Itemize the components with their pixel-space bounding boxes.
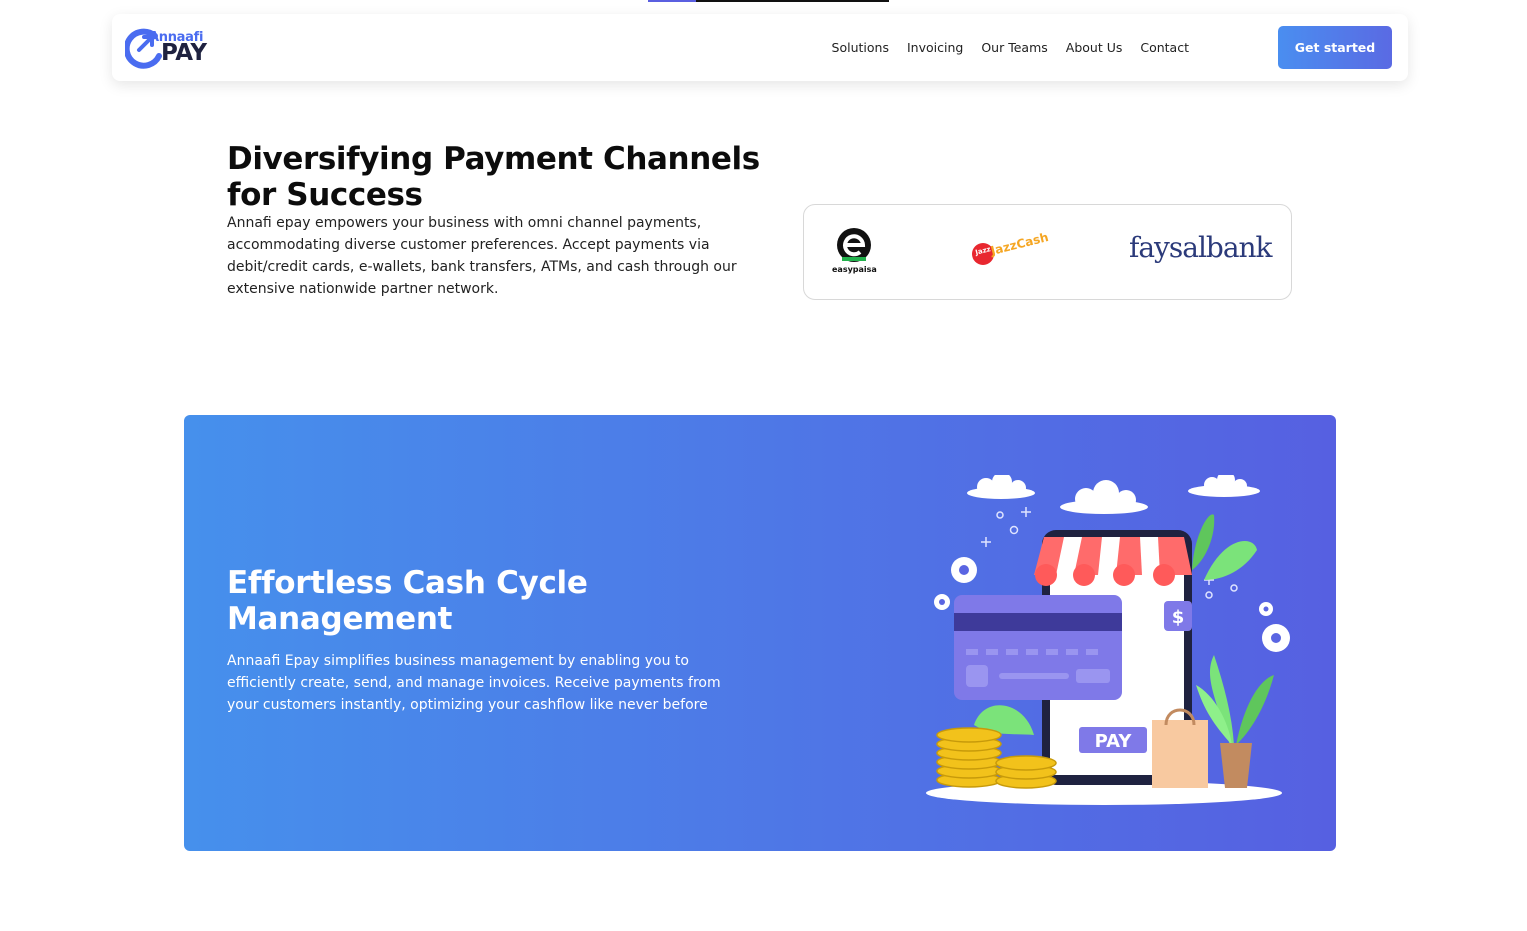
navbar: Annaafi PAY Solutions Invoicing Our Team…	[112, 14, 1408, 81]
nav-link-invoicing[interactable]: Invoicing	[907, 40, 963, 55]
payment-shop-illustration: $ PAY	[926, 475, 1290, 805]
hero-title: Diversifying Payment Channels for Succes…	[227, 141, 760, 213]
pay-label: PAY	[1095, 731, 1133, 752]
cloud-icon	[967, 475, 1260, 514]
cash-cycle-banner: Effortless Cash Cycle Management Annaafi…	[184, 415, 1336, 851]
nav-link-contact[interactable]: Contact	[1140, 40, 1189, 55]
logo-text-pay: PAY	[161, 40, 207, 66]
nav-link-our-teams[interactable]: Our Teams	[981, 40, 1047, 55]
nav-link-about-us[interactable]: About Us	[1066, 40, 1123, 55]
easypaisa-logo-text: easypaisa	[832, 265, 877, 274]
easypaisa-logo-icon	[837, 228, 871, 262]
get-started-button[interactable]: Get started	[1278, 26, 1392, 69]
nav-link-solutions[interactable]: Solutions	[832, 40, 889, 55]
jazzcash-logo-text: JazzCash	[989, 230, 1050, 258]
banner-title: Effortless Cash Cycle Management	[227, 565, 588, 637]
payment-partners-card: easypaisa Jazz JazzCash faysalbank	[803, 204, 1292, 300]
svg-text:$: $	[1172, 607, 1185, 628]
banner-description: Annaafi Epay simplifies business managem…	[227, 653, 721, 713]
main-nav: Solutions Invoicing Our Teams About Us C…	[832, 14, 1189, 81]
page-loading-bar	[648, 0, 889, 2]
annaafi-pay-logo[interactable]: Annaafi PAY	[125, 26, 217, 70]
hero-description: Annafi epay empowers your business with …	[227, 215, 737, 297]
loading-bar-fill	[648, 0, 696, 2]
faysalbank-logo-text: faysalbank	[1129, 231, 1273, 264]
